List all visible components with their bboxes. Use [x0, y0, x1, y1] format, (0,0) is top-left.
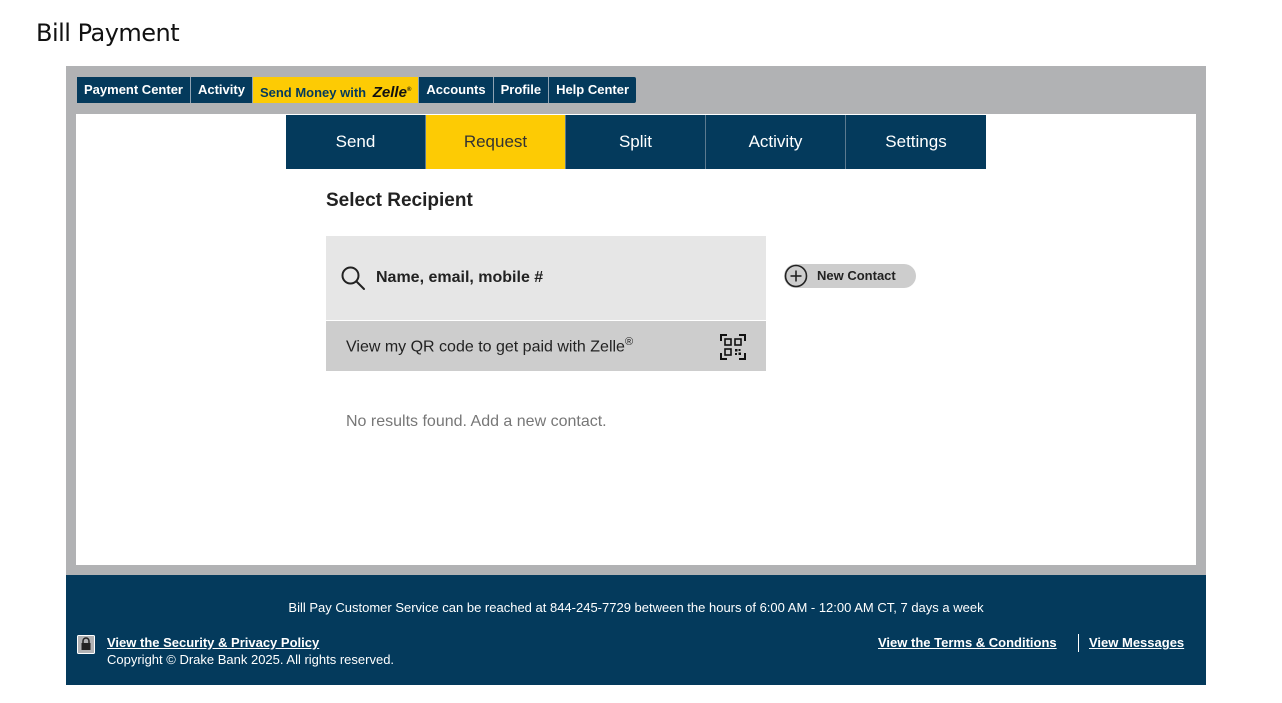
qr-code-label: View my QR code to get paid with Zelle®	[346, 336, 633, 356]
footer: Bill Pay Customer Service can be reached…	[66, 575, 1206, 685]
zelle-logo-text: Zelle	[372, 84, 407, 101]
nav-activity[interactable]: Activity	[190, 77, 253, 103]
new-contact-button[interactable]: New Contact	[784, 264, 916, 288]
qr-code-icon	[720, 334, 746, 360]
bill-pay-frame: Payment Center Activity Send Money with …	[66, 66, 1206, 575]
nav-payment-center[interactable]: Payment Center	[77, 77, 191, 103]
nav-send-money-zelle[interactable]: Send Money with Zelle®	[252, 77, 420, 103]
view-messages-link[interactable]: View Messages	[1089, 635, 1184, 650]
zelle-subtabs: Send Request Split Activity Settings	[286, 115, 986, 169]
tab-split[interactable]: Split	[566, 115, 706, 169]
view-qr-code-row[interactable]: View my QR code to get paid with Zelle®	[326, 321, 766, 371]
tab-send[interactable]: Send	[286, 115, 426, 169]
tab-request[interactable]: Request	[426, 115, 566, 169]
customer-service-note: Bill Pay Customer Service can be reached…	[288, 600, 984, 615]
nav-send-money-label: Send Money with	[259, 85, 367, 100]
footer-divider	[1078, 634, 1079, 652]
zelle-logo: Zelle®	[373, 84, 412, 101]
search-icon	[341, 266, 365, 290]
qr-code-label-text: View my QR code to get paid with Zelle	[346, 338, 625, 356]
page-title: Bill Payment	[36, 19, 180, 47]
zelle-logo-mark: ®	[406, 87, 412, 93]
content-panel: Send Request Split Activity Settings Sel…	[76, 114, 1196, 565]
select-recipient-heading: Select Recipient	[326, 190, 473, 211]
recipient-search-input[interactable]	[376, 266, 746, 290]
terms-conditions-link[interactable]: View the Terms & Conditions	[878, 635, 1057, 650]
security-privacy-link[interactable]: View the Security & Privacy Policy	[107, 635, 319, 650]
recipient-search-box	[326, 236, 766, 320]
qr-code-registered-mark: ®	[624, 336, 634, 348]
nav-profile[interactable]: Profile	[493, 77, 550, 103]
nav-help-center[interactable]: Help Center	[549, 77, 637, 103]
lock-icon	[77, 635, 95, 654]
plus-circle-icon	[784, 264, 808, 288]
new-contact-label: New Contact	[817, 268, 896, 283]
no-results-message: No results found. Add a new contact.	[346, 413, 607, 430]
top-navigation: Payment Center Activity Send Money with …	[77, 77, 637, 103]
tab-activity[interactable]: Activity	[706, 115, 846, 169]
nav-accounts[interactable]: Accounts	[419, 77, 494, 103]
tab-settings[interactable]: Settings	[846, 115, 986, 169]
copyright-text: Copyright © Drake Bank 2025. All rights …	[107, 652, 395, 667]
